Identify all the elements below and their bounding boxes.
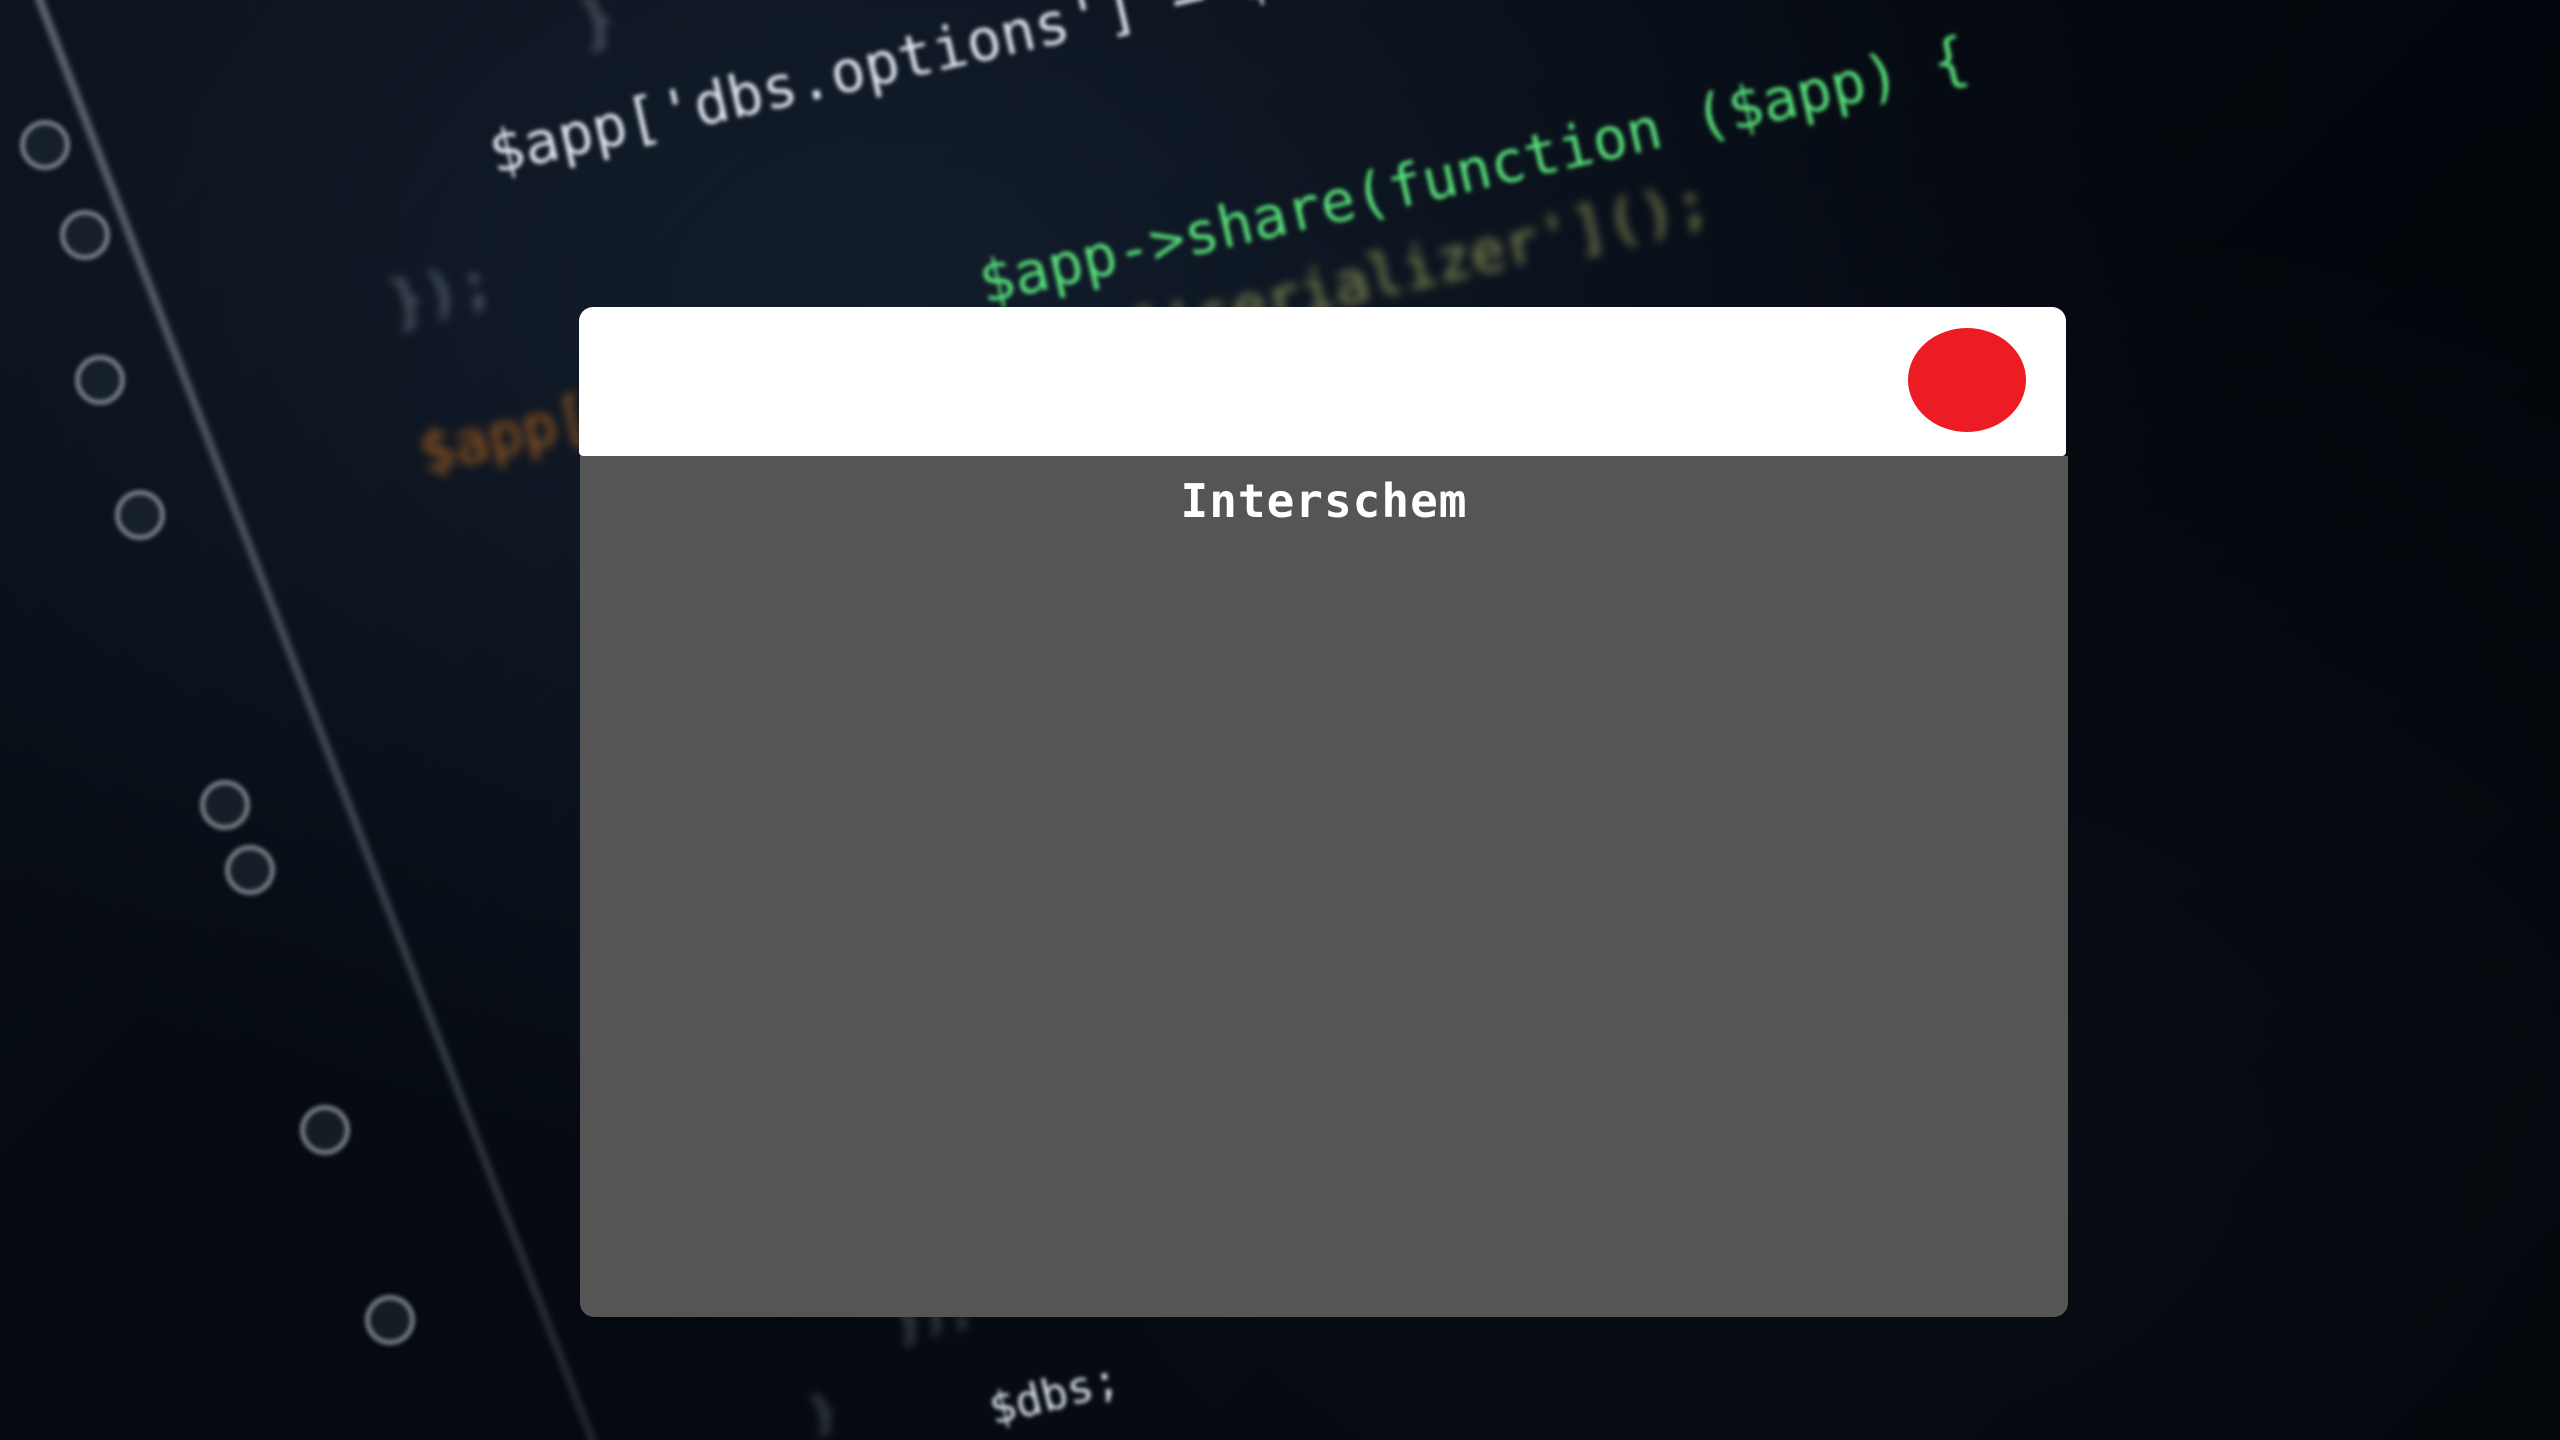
gutter-marker xyxy=(20,120,70,170)
code-line-app: $app[ xyxy=(412,381,598,488)
app-window: Interschem xyxy=(579,307,2068,1317)
gutter-marker xyxy=(115,490,165,540)
close-button[interactable] xyxy=(1908,328,2026,432)
gutter-marker xyxy=(225,845,275,895)
content-panel: Interschem xyxy=(580,456,2068,1317)
code-brace-bottom: } xyxy=(803,1384,842,1440)
title-bar[interactable] xyxy=(579,307,2066,456)
code-line-options: $app['dbs.options'] = $tmp; xyxy=(482,0,1417,188)
gutter-marker xyxy=(300,1105,350,1155)
gutter-marker xyxy=(75,355,125,405)
code-line-close: }); xyxy=(382,247,500,338)
editor-gutter-line xyxy=(20,0,601,1440)
gutter-marker xyxy=(200,780,250,830)
code-brace: } xyxy=(572,0,622,58)
app-title: Interschem xyxy=(1180,474,1468,528)
code-line-dbs: $dbs; xyxy=(983,1353,1125,1436)
gutter-marker xyxy=(60,210,110,260)
gutter-marker xyxy=(365,1295,415,1345)
